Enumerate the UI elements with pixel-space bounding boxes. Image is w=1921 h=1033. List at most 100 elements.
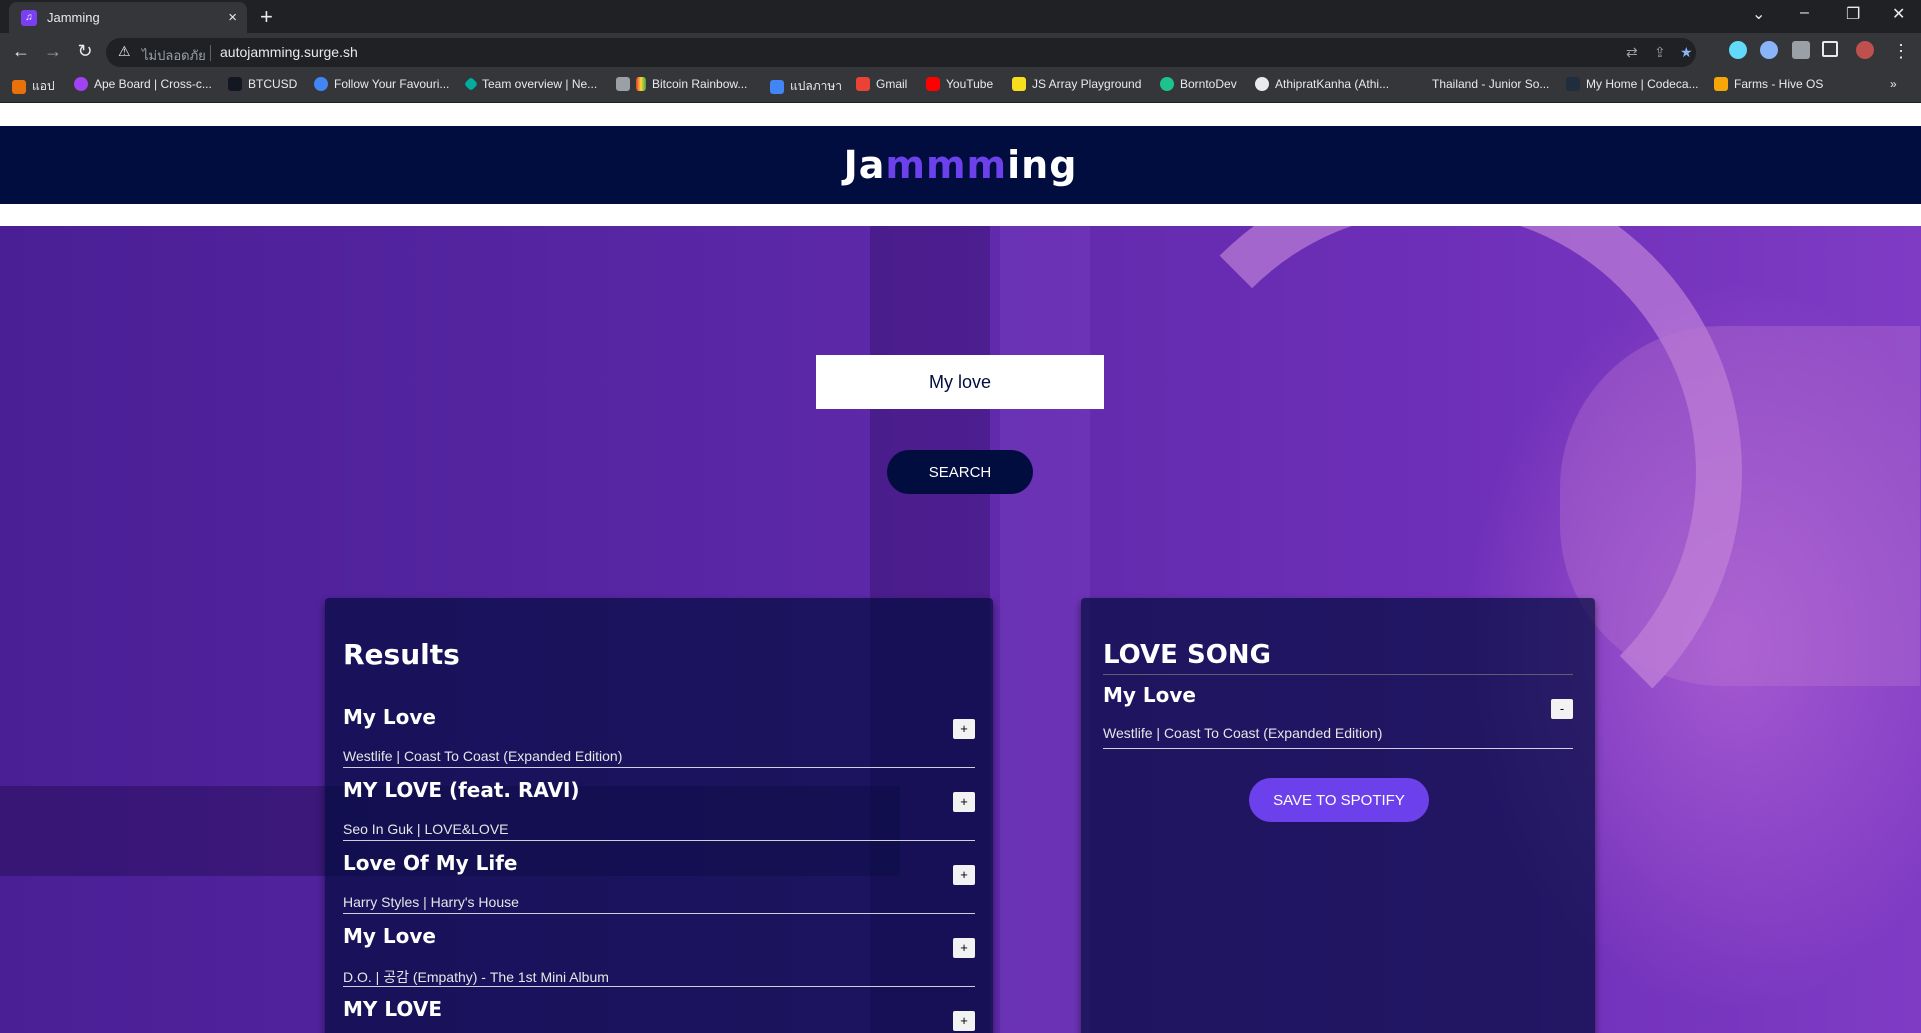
insecure-label: ไม่ปลอดภัย	[142, 48, 206, 63]
profile-avatar[interactable]	[1856, 41, 1874, 59]
add-track-button[interactable]: +	[953, 865, 975, 885]
bookmark-label: Gmail	[876, 77, 908, 91]
warning-icon[interactable]: ⚠	[118, 43, 131, 60]
minimize-icon[interactable]: –	[1800, 4, 1809, 22]
tradingview-icon	[228, 77, 242, 91]
rainbow-icon	[636, 77, 646, 91]
app-logo: Jammming	[843, 143, 1078, 187]
tab-close-icon[interactable]: ×	[228, 9, 237, 26]
google-translate-icon	[770, 79, 784, 94]
apps-grid-icon	[12, 79, 26, 94]
menu-kebab-icon[interactable]: ⋮	[1890, 41, 1912, 62]
page-icon	[1412, 77, 1426, 91]
ape-board-icon	[74, 77, 88, 91]
tab-title: Jamming	[47, 10, 100, 25]
bitcoin-icon	[616, 77, 630, 91]
bookmark-thailand-junior[interactable]: Thailand - Junior So...	[1412, 77, 1549, 91]
save-to-spotify-button[interactable]: SAVE TO SPOTIFY	[1249, 778, 1429, 822]
tab-search-chevron-icon[interactable]: ⌄	[1752, 4, 1765, 24]
bookmark-hive-os[interactable]: Farms - Hive OS	[1714, 77, 1823, 91]
browser-tab[interactable]: ♫ Jamming ×	[9, 2, 247, 33]
restore-icon[interactable]: ❐	[1846, 4, 1860, 24]
bookmark-youtube[interactable]: YouTube	[926, 77, 993, 91]
result-track: Love Of My Life Harry Styles | Harry's H…	[343, 841, 975, 914]
track-artist-album: Seo In Guk | LOVE&LOVE	[343, 821, 509, 837]
bookmark-label: Thailand - Junior So...	[1432, 77, 1550, 91]
result-track: My Love D.O. | 공감 (Empathy) - The 1st Mi…	[343, 914, 975, 987]
playlist-name-input[interactable]	[1103, 640, 1573, 675]
bookmark-bitcoin-rainbow[interactable]: Bitcoin Rainbow...	[616, 77, 747, 91]
results-title: Results	[343, 638, 460, 671]
playlist-track: My Love Westlife | Coast To Coast (Expan…	[1103, 675, 1573, 749]
bookmark-label: Team overview | Ne...	[482, 77, 598, 91]
bookmark-borntodev[interactable]: BorntoDev	[1160, 77, 1237, 91]
youtube-icon	[926, 77, 940, 91]
window-close-icon[interactable]: ✕	[1892, 4, 1905, 24]
track-artist-album: D.O. | 공감 (Empathy) - The 1st Mini Album	[343, 969, 609, 985]
codecademy-icon	[1566, 77, 1580, 91]
bookmark-label: BTCUSD	[248, 77, 298, 91]
hive-os-icon	[1714, 77, 1728, 91]
result-track: MY LOVE +	[343, 987, 975, 1033]
track-name: My Love	[1103, 683, 1196, 707]
github-icon	[1255, 77, 1269, 91]
cap-graphic	[1560, 326, 1920, 686]
follow-icon	[314, 77, 328, 91]
add-track-button[interactable]: +	[953, 1011, 975, 1031]
bookmark-label: AthipratKanha (Athi...	[1275, 77, 1390, 91]
app-header: Jammming	[0, 126, 1921, 204]
more-bookmarks-icon[interactable]: »	[1890, 77, 1897, 91]
bookmark-label: Ape Board | Cross-c...	[94, 77, 212, 91]
page: Jammming SEARCH Results My Love Westlife…	[0, 103, 1921, 1033]
back-icon[interactable]: ←	[10, 41, 32, 62]
reload-icon[interactable]: ↻	[74, 41, 96, 62]
bookmark-label: My Home | Codeca...	[1586, 77, 1699, 91]
forward-icon[interactable]: →	[42, 41, 64, 62]
search-input[interactable]	[816, 355, 1104, 409]
remove-track-button[interactable]: -	[1551, 699, 1573, 719]
track-artist-album: Westlife | Coast To Coast (Expanded Edit…	[343, 748, 623, 764]
track-name: Love Of My Life	[343, 851, 518, 875]
bookmark-github[interactable]: AthipratKanha (Athi...	[1255, 77, 1389, 91]
puzzle-icon[interactable]	[1792, 41, 1810, 59]
bookmark-label: YouTube	[946, 77, 994, 91]
bookmark-label: Farms - Hive OS	[1734, 77, 1824, 91]
react-devtools-icon[interactable]	[1729, 41, 1747, 59]
track-artist-album: Harry Styles | Harry's House	[343, 894, 519, 910]
playlist-panel: My Love Westlife | Coast To Coast (Expan…	[1081, 598, 1595, 1033]
gmail-icon	[856, 77, 870, 91]
bookmark-gmail[interactable]: Gmail	[856, 77, 907, 91]
track-name: MY LOVE	[343, 997, 442, 1021]
translate-icon[interactable]: ⇄	[1626, 44, 1638, 61]
track-name: My Love	[343, 705, 436, 729]
result-track: My Love Westlife | Coast To Coast (Expan…	[343, 695, 975, 768]
bookmark-star-icon[interactable]: ★	[1680, 44, 1693, 61]
address-bar[interactable]: ⚠ ไม่ปลอดภัย autojamming.surge.sh ⇄ ⇪ ★	[106, 38, 1696, 67]
bookmark-label: Bitcoin Rainbow...	[652, 77, 748, 91]
background-stripe	[1000, 226, 1090, 1033]
bookmark-team-overview[interactable]: Team overview | Ne...	[463, 76, 598, 92]
bookmark-codecademy[interactable]: My Home | Codeca...	[1566, 77, 1699, 91]
bookmark-ape-board[interactable]: Ape Board | Cross-c...	[74, 77, 212, 91]
bookmarks-bar: แอป Ape Board | Cross-c... BTCUSD Follow…	[0, 71, 1921, 103]
bookmark-label: แอป	[32, 79, 55, 93]
url-text[interactable]: autojamming.surge.sh	[220, 44, 358, 60]
add-track-button[interactable]: +	[953, 719, 975, 739]
bookmark-js-array[interactable]: JS Array Playground	[1012, 77, 1141, 91]
address-divider	[210, 45, 211, 61]
bookmark-btcusd[interactable]: BTCUSD	[228, 77, 297, 91]
side-panel-icon[interactable]	[1822, 41, 1838, 57]
bookmark-translate[interactable]: แปลภาษา	[770, 77, 842, 96]
result-track: MY LOVE (feat. RAVI) Seo In Guk | LOVE&L…	[343, 768, 975, 841]
track-artist-album: Westlife | Coast To Coast (Expanded Edit…	[1103, 725, 1383, 741]
bookmark-apps[interactable]: แอป	[12, 77, 55, 96]
search-button[interactable]: SEARCH	[887, 450, 1033, 494]
add-track-button[interactable]: +	[953, 792, 975, 812]
track-name: MY LOVE (feat. RAVI)	[343, 778, 580, 802]
bookmark-follow[interactable]: Follow Your Favouri...	[314, 77, 449, 91]
add-track-button[interactable]: +	[953, 938, 975, 958]
share-icon[interactable]: ⇪	[1654, 44, 1666, 61]
borntodev-icon	[1160, 77, 1174, 91]
new-tab-button[interactable]: +	[260, 4, 273, 30]
extension-icon[interactable]	[1760, 41, 1778, 59]
